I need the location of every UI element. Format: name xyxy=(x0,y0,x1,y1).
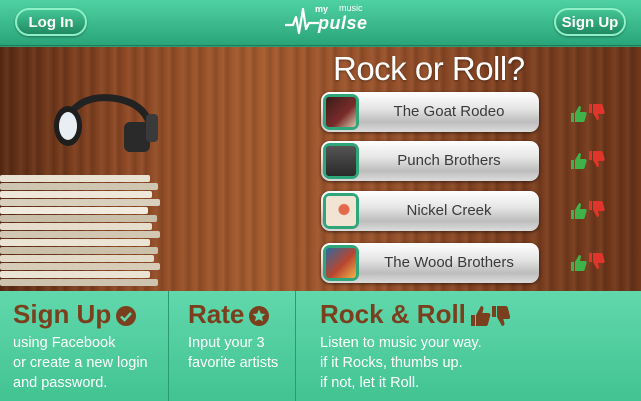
artist-name: The Wood Brothers xyxy=(384,254,514,271)
album-art xyxy=(323,245,359,281)
record-stack-image xyxy=(0,145,160,291)
rate-controls[interactable] xyxy=(569,252,609,274)
step-description: Input your 3 favorite artists xyxy=(188,335,279,371)
album-art xyxy=(323,193,359,229)
logo-pulse: pulse xyxy=(318,13,368,33)
rate-controls[interactable] xyxy=(569,200,609,222)
hero-section: Rock or Roll? The Goat Rodeo Punch Broth… xyxy=(0,47,641,291)
thumbs-down-icon[interactable] xyxy=(587,200,605,218)
rate-controls[interactable] xyxy=(569,150,609,172)
hero-title: Rock or Roll? xyxy=(333,50,525,87)
step-title: Sign Up xyxy=(13,299,137,330)
thumbs-up-icon[interactable] xyxy=(569,105,587,123)
album-art xyxy=(323,143,359,179)
thumbs-up-icon[interactable] xyxy=(569,254,587,272)
step-title: Rock & Roll xyxy=(320,299,510,330)
headphones-image xyxy=(54,94,158,152)
thumbs-up-icon[interactable] xyxy=(569,202,587,220)
signup-button[interactable]: Sign Up xyxy=(554,8,626,36)
step-description: using Facebook or create a new login and… xyxy=(13,335,148,391)
artist-name: Nickel Creek xyxy=(406,202,492,219)
step-title: Rate xyxy=(188,299,270,330)
step-rock-and-roll: Rock & Roll Listen to music your way. if… xyxy=(296,291,641,401)
step-description: Listen to music your way. if it Rocks, t… xyxy=(320,335,482,391)
app-logo: my music pulse xyxy=(285,3,375,41)
artist-row[interactable]: Nickel Creek xyxy=(321,191,539,231)
artist-name: Punch Brothers xyxy=(397,152,501,169)
thumbs-down-icon[interactable] xyxy=(587,252,605,270)
step-rate: Rate Input your 3 favorite artists xyxy=(169,291,296,401)
thumbs-up-down-icon xyxy=(470,306,510,327)
thumbs-up-icon[interactable] xyxy=(569,152,587,170)
album-art xyxy=(323,94,359,130)
thumbs-down-icon[interactable] xyxy=(587,150,605,168)
artist-name: The Goat Rodeo xyxy=(393,103,505,120)
step-sign-up: Sign Up using Facebook or create a new l… xyxy=(0,291,169,401)
thumbs-down-icon[interactable] xyxy=(587,103,605,121)
artist-row[interactable]: The Goat Rodeo xyxy=(321,92,539,132)
star-circle-icon xyxy=(249,306,270,327)
top-bar: Log In my music pulse Sign Up xyxy=(0,0,641,46)
artist-row[interactable]: The Wood Brothers xyxy=(321,243,539,283)
checkmark-circle-icon xyxy=(116,306,137,327)
login-button[interactable]: Log In xyxy=(15,8,87,36)
artist-row[interactable]: Punch Brothers xyxy=(321,141,539,181)
pulse-icon xyxy=(285,7,319,35)
rate-controls[interactable] xyxy=(569,103,609,125)
logo-music: music xyxy=(339,3,363,13)
steps-section: Sign Up using Facebook or create a new l… xyxy=(0,291,641,401)
